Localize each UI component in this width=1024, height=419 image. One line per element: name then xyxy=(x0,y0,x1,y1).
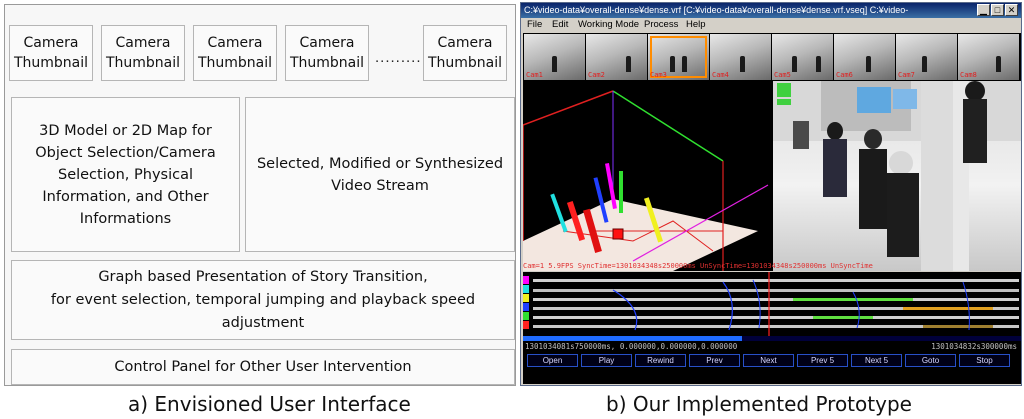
goto-button[interactable]: Goto xyxy=(905,354,956,367)
stop-button[interactable]: Stop xyxy=(959,354,1010,367)
prev-5-button[interactable]: Prev 5 xyxy=(797,354,848,367)
control-panel: Control Panel for Other User Interventio… xyxy=(11,349,515,385)
next-5-button[interactable]: Next 5 xyxy=(851,354,902,367)
camera-thumb-1[interactable]: Cam1 xyxy=(524,34,585,80)
graph-panel-line2: for event selection, temporal jumping an… xyxy=(50,291,476,331)
camera-label: Cam3 xyxy=(650,71,667,79)
video-stream-view[interactable] xyxy=(773,81,1021,271)
camera-thumbnail-2: Camera Thumbnail xyxy=(101,25,185,81)
camera-thumb-2[interactable]: Cam2 xyxy=(586,34,647,80)
story-timeline[interactable] xyxy=(523,272,1021,336)
camera-label: Cam6 xyxy=(836,71,853,79)
next-button[interactable]: Next xyxy=(743,354,794,367)
video-stream-panel: Selected, Modified or Synthesized Video … xyxy=(245,97,515,252)
prev-button[interactable]: Prev xyxy=(689,354,740,367)
graph-panel-line1: Graph based Presentation of Story Transi… xyxy=(98,268,428,285)
control-button-bar: Open Play Rewind Prev Next Prev 5 Next 5… xyxy=(523,352,1021,384)
camera-thumb-7[interactable]: Cam7 xyxy=(896,34,957,80)
camera-thumbnail-5: Camera Thumbnail xyxy=(423,25,507,81)
camera-thumbnail-1: Camera Thumbnail xyxy=(9,25,93,81)
camera-label: Cam4 xyxy=(712,71,729,79)
menu-process[interactable]: Process xyxy=(644,18,678,32)
menu-working-mode[interactable]: Working Mode xyxy=(578,18,639,32)
camera-thumb-3[interactable]: Cam3 xyxy=(648,34,709,80)
camera-thumbnail-3: Camera Thumbnail xyxy=(193,25,277,81)
camera-thumb-4[interactable]: Cam4 xyxy=(710,34,771,80)
timeline-graphic xyxy=(523,272,1019,336)
menu-help[interactable]: Help xyxy=(686,18,706,32)
thumbnail-ellipsis: ......... xyxy=(375,49,422,66)
camera-label: Cam7 xyxy=(898,71,915,79)
menu-edit[interactable]: Edit xyxy=(552,18,568,32)
map-panel: 3D Model or 2D Map for Object Selection/… xyxy=(11,97,240,252)
camera-label: Cam5 xyxy=(774,71,791,79)
camera-label: Cam8 xyxy=(960,71,977,79)
window-title: C:¥video-data¥overall-dense¥dense.vrf [C… xyxy=(521,3,1021,18)
timestamp-row: 1301034081s750000ms, 0.000000,0.000000,0… xyxy=(523,341,1021,352)
maximize-button[interactable]: □ xyxy=(991,4,1004,16)
camera-thumb-8[interactable]: Cam8 xyxy=(958,34,1019,80)
open-button[interactable]: Open xyxy=(527,354,578,367)
camera-label: Cam1 xyxy=(526,71,543,79)
close-button[interactable]: ✕ xyxy=(1005,4,1018,16)
rewind-button[interactable]: Rewind xyxy=(635,354,686,367)
menu-bar: File Edit Working Mode Process Help xyxy=(521,18,1021,32)
caption-prototype: b) Our Implemented Prototype xyxy=(606,392,912,416)
play-button[interactable]: Play xyxy=(581,354,632,367)
timestamp-right: 1301034832s300000ms xyxy=(931,342,1017,351)
status-readout: Cam=1 5.9FPS SyncTime=1301034348s250000m… xyxy=(523,262,873,270)
3d-scene-graphic xyxy=(523,90,769,271)
story-graph-panel: Graph based Presentation of Story Transi… xyxy=(11,260,515,340)
timestamp-left: 1301034081s750000ms, 0.000000,0.000000,0… xyxy=(525,342,738,351)
camera-strip: Cam1 Cam2 Cam3 Cam4 Cam5 Cam6 Cam7 Cam8 xyxy=(523,33,1021,81)
camera-thumbnail-4: Camera Thumbnail xyxy=(285,25,369,81)
camera-thumb-5[interactable]: Cam5 xyxy=(772,34,833,80)
envisioned-ui-mockup: Camera Thumbnail Camera Thumbnail Camera… xyxy=(4,4,516,386)
menu-file[interactable]: File xyxy=(527,18,542,32)
camera-label: Cam2 xyxy=(588,71,605,79)
camera-thumb-6[interactable]: Cam6 xyxy=(834,34,895,80)
prototype-window: C:¥video-data¥overall-dense¥dense.vrf [C… xyxy=(520,2,1022,386)
video-frame-graphic xyxy=(773,81,1021,271)
minimize-button[interactable]: ▁ xyxy=(977,4,990,16)
3d-model-view[interactable] xyxy=(523,81,773,271)
caption-envisioned: a) Envisioned User Interface xyxy=(128,392,411,416)
